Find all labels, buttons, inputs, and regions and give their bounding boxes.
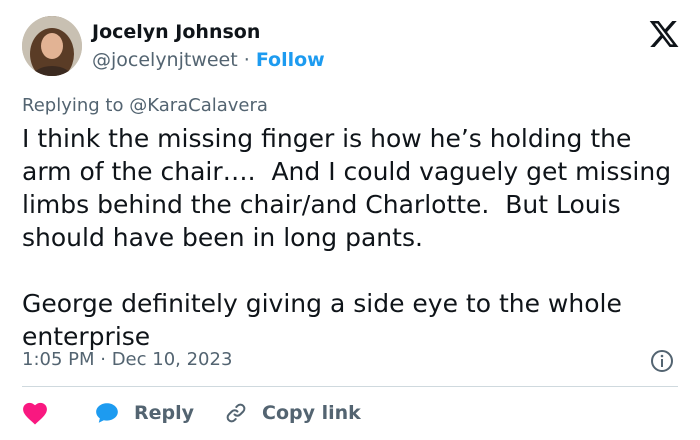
avatar-image [22, 16, 82, 76]
reply-label: Reply [134, 402, 195, 424]
author-subline: @jocelynjtweet · Follow [92, 48, 325, 72]
author-block: Jocelyn Johnson @jocelynjtweet · Follow [92, 20, 325, 72]
copy-link-button[interactable]: Copy link [224, 401, 361, 425]
heart-icon [23, 402, 47, 425]
tweet-card: Jocelyn Johnson @jocelynjtweet · Follow … [0, 0, 700, 440]
follow-button[interactable]: Follow [256, 49, 325, 71]
replying-to: Replying to @KaraCalavera [22, 95, 268, 116]
divider [22, 386, 678, 387]
reply-button[interactable]: Reply [94, 401, 194, 425]
info-icon[interactable] [650, 349, 674, 373]
tweet-timestamp[interactable]: 1:05 PM · Dec 10, 2023 [22, 348, 232, 372]
author-name[interactable]: Jocelyn Johnson [92, 20, 325, 44]
action-bar: Reply Copy link [22, 398, 361, 428]
like-button[interactable] [22, 401, 48, 425]
copy-link-label: Copy link [262, 402, 361, 424]
x-logo-icon[interactable] [648, 18, 680, 50]
tweet-text: I think the missing finger is how he’s h… [22, 124, 672, 351]
link-icon [226, 403, 246, 423]
author-handle[interactable]: @jocelynjtweet [92, 49, 238, 71]
separator-dot: · [243, 49, 250, 71]
speech-bubble-icon [96, 403, 118, 423]
avatar[interactable] [22, 16, 82, 76]
